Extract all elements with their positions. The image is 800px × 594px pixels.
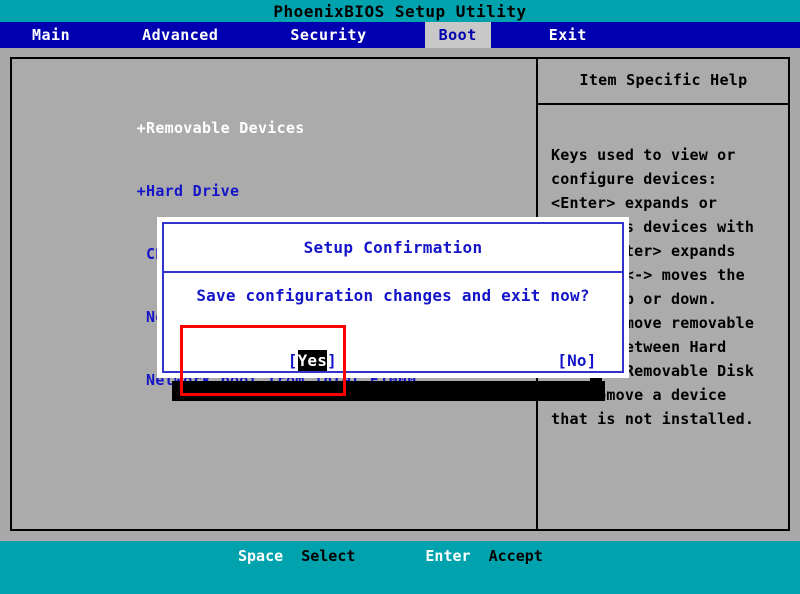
help-pane-title-text: Item Specific Help <box>580 71 748 89</box>
status-hint-enter-accept: Enter Accept <box>425 547 542 565</box>
menu-bar[interactable]: Main Advanced Security Boot Exit <box>0 22 800 48</box>
help-title-rule <box>537 103 790 105</box>
no-button[interactable]: [No] <box>453 328 603 393</box>
menu-bar-underline <box>0 48 800 56</box>
status-key: Space <box>238 547 283 565</box>
tab-security[interactable]: Security <box>276 22 380 48</box>
help-line: configure devices: <box>551 167 790 191</box>
boot-item-removable-devices[interactable]: +Removable Devices <box>62 97 522 160</box>
yes-bracket-open: [ <box>288 351 298 370</box>
boot-item-hard-drive[interactable]: +Hard Drive <box>62 160 522 223</box>
tab-security-label: Security <box>290 26 366 44</box>
dialog-title-text: Setup Confirmation <box>304 238 483 257</box>
dialog-inner-frame: Setup Confirmation Save configuration ch… <box>162 222 624 373</box>
tab-boot[interactable]: Boot <box>425 22 491 48</box>
tab-main[interactable]: Main <box>18 22 84 48</box>
tab-main-label: Main <box>32 26 70 44</box>
no-button-label: No <box>567 351 587 370</box>
tab-boot-label: Boot <box>439 26 477 44</box>
no-bracket-close: ] <box>587 351 597 370</box>
title-bar: PhoenixBIOS Setup Utility <box>0 0 800 22</box>
dialog-title-rule <box>164 271 622 273</box>
help-line: Keys used to view or <box>551 143 790 167</box>
status-bar: Space Select Enter Accept <box>0 541 800 594</box>
bios-setup-screen: PhoenixBIOS Setup Utility Main Advanced … <box>0 0 800 594</box>
tab-exit[interactable]: Exit <box>535 22 601 48</box>
status-key: Enter <box>425 547 470 565</box>
tab-advanced[interactable]: Advanced <box>128 22 232 48</box>
status-hint-space-select: Space Select <box>238 547 355 565</box>
tab-exit-label: Exit <box>549 26 587 44</box>
dialog-message: Save configuration changes and exit now? <box>164 286 622 305</box>
dialog-title: Setup Confirmation <box>164 224 622 271</box>
dialog-button-row: [Yes] [No] <box>164 328 622 393</box>
help-line: that is not installed. <box>551 407 790 431</box>
setup-confirmation-dialog: Setup Confirmation Save configuration ch… <box>157 217 629 378</box>
boot-item-label: +Hard Drive <box>137 182 240 200</box>
status-action: Select <box>301 547 355 565</box>
no-bracket-open: [ <box>557 351 567 370</box>
title-bar-text: PhoenixBIOS Setup Utility <box>273 2 526 21</box>
status-action: Accept <box>489 547 543 565</box>
tab-advanced-label: Advanced <box>142 26 218 44</box>
yes-button[interactable]: [Yes] <box>183 328 343 393</box>
yes-button-label: Yes <box>298 350 328 371</box>
help-line: <Enter> expands or <box>551 191 790 215</box>
help-pane-title: Item Specific Help <box>537 57 790 103</box>
yes-bracket-close: ] <box>327 351 337 370</box>
boot-item-label: +Removable Devices <box>137 119 305 137</box>
